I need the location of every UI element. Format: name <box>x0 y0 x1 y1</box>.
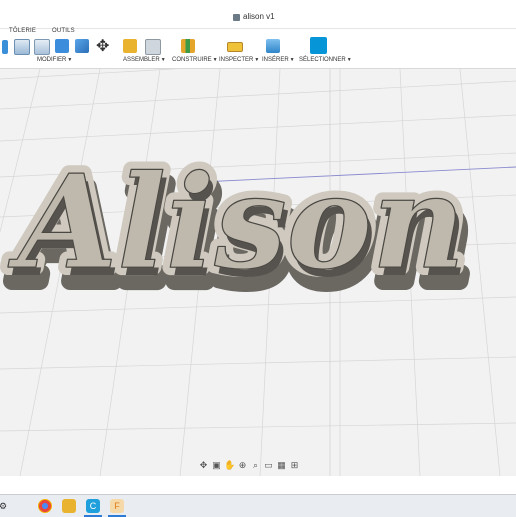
zoom-window-icon[interactable]: ⊕ <box>237 460 248 471</box>
select-icon[interactable] <box>310 37 327 54</box>
taskbar-partial-icon[interactable]: ⚙ <box>0 499 10 513</box>
tab-tolerie[interactable]: TÔLERIE <box>9 28 36 34</box>
3d-model[interactable]: Alison Alison Alison Alison Alison <box>0 69 516 476</box>
new-component-icon[interactable] <box>123 39 137 53</box>
file-explorer-icon[interactable] <box>62 499 76 513</box>
document-icon <box>233 14 240 21</box>
construire-menu[interactable]: CONSTRUIRE▼ <box>172 57 218 63</box>
press-pull-icon[interactable] <box>2 40 8 54</box>
replace-face-icon[interactable] <box>75 39 89 53</box>
joint-icon[interactable] <box>145 39 161 55</box>
assembler-menu[interactable]: ASSEMBLER▼ <box>123 57 166 63</box>
model-letters: Alison <box>8 148 465 298</box>
orbit-icon[interactable]: ✥ <box>198 460 209 471</box>
offset-plane-icon[interactable] <box>181 39 195 53</box>
grid-settings-icon[interactable]: ⊞ <box>289 460 300 471</box>
navigation-bar: ✥ ▣ ✋ ⊕ ⌕ ▭ ▦ ⊞ <box>198 457 318 473</box>
move-icon[interactable]: ✥ <box>96 36 109 56</box>
taskbar: ⚙ C F <box>0 494 516 517</box>
app-c-icon[interactable]: C <box>86 499 100 513</box>
canvas-viewport[interactable]: Alison Alison Alison Alison Alison <box>0 69 516 476</box>
visual-style-icon[interactable]: ▦ <box>276 460 287 471</box>
window-title: alison v1 <box>243 12 275 21</box>
inspecter-menu[interactable]: INSPECTER▼ <box>219 57 259 63</box>
selectionner-menu[interactable]: SÉLECTIONNER▼ <box>299 57 352 63</box>
combine-icon[interactable] <box>55 39 69 53</box>
zoom-icon[interactable]: ⌕ <box>250 460 261 471</box>
insert-image-icon[interactable] <box>266 39 280 53</box>
pan-hand-icon[interactable]: ✋ <box>224 460 235 471</box>
tab-outils[interactable]: OUTILS <box>52 28 75 34</box>
look-at-icon[interactable]: ▣ <box>211 460 222 471</box>
fusion-icon[interactable]: F <box>110 499 124 513</box>
title-bar: alison v1 <box>0 0 516 29</box>
toolbar: ✥ <box>0 36 516 69</box>
chrome-icon[interactable] <box>38 499 52 513</box>
display-settings-icon[interactable]: ▭ <box>263 460 274 471</box>
measure-icon[interactable] <box>227 42 243 52</box>
modifier-menu[interactable]: MODIFIER▼ <box>37 57 72 63</box>
fillet-icon[interactable] <box>14 39 30 55</box>
shell-icon[interactable] <box>34 39 50 55</box>
inserer-menu[interactable]: INSÉRER▼ <box>262 57 295 63</box>
